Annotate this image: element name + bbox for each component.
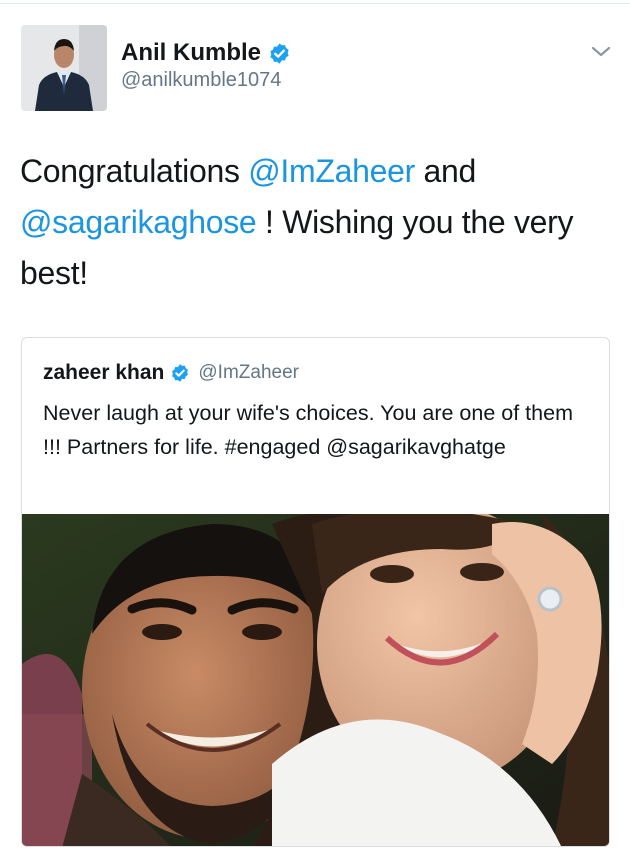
quoted-author-row: zaheer khan @ImZaheer (43, 360, 299, 386)
tweet-text: Congratulations @ImZaheer and @sagarikag… (20, 146, 620, 299)
verified-badge-icon (172, 364, 189, 382)
author-display-name[interactable]: Anil Kumble (121, 39, 261, 67)
author-name-row: Anil Kumble (121, 38, 291, 68)
tweet-text-segment: Congratulations (20, 153, 249, 189)
mention-link[interactable]: @ImZaheer (248, 153, 415, 189)
avatar[interactable] (21, 25, 107, 111)
top-divider (0, 3, 630, 4)
mention-link[interactable]: @sagarikaghose (20, 204, 257, 240)
quoted-display-name: zaheer khan (43, 361, 165, 384)
quoted-tweet-text: Never laugh at your wife's choices. You … (43, 401, 573, 459)
quoted-handle: @ImZaheer (198, 362, 299, 383)
tweet-text-segment: and (414, 153, 477, 189)
author-handle[interactable]: @anilkumble1074 (121, 69, 281, 92)
selfie-photo[interactable] (22, 514, 609, 846)
quoted-tweet-card[interactable]: zaheer khan @ImZaheer Never laugh at you… (21, 337, 610, 847)
chevron-down-icon[interactable] (590, 44, 612, 60)
verified-badge-icon (270, 42, 289, 64)
